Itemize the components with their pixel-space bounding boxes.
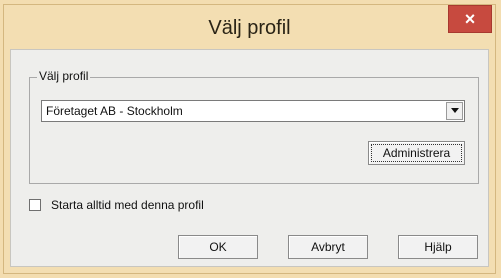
close-icon: ×: [464, 9, 476, 29]
dialog-window: Välj profil × Välj profil Företaget AB -…: [3, 4, 496, 274]
always-start-option[interactable]: Starta alltid med denna profil: [29, 198, 204, 212]
profile-group-label: Välj profil: [37, 69, 91, 83]
profile-dropdown[interactable]: Företaget AB - Stockholm: [41, 100, 465, 122]
profile-group: Välj profil Företaget AB - Stockholm Adm…: [29, 69, 479, 184]
window-title: Välj profil: [208, 16, 291, 39]
always-start-checkbox[interactable]: [29, 199, 41, 211]
profile-dropdown-value: Företaget AB - Stockholm: [46, 104, 183, 118]
ok-button[interactable]: OK: [178, 235, 258, 259]
dropdown-toggle-button[interactable]: [446, 102, 463, 120]
help-button[interactable]: Hjälp: [398, 235, 478, 259]
cancel-button[interactable]: Avbryt: [288, 235, 368, 259]
close-button[interactable]: ×: [448, 5, 492, 33]
title-bar[interactable]: Välj profil ×: [4, 5, 495, 47]
administrate-button[interactable]: Administrera: [368, 141, 465, 165]
always-start-label[interactable]: Starta alltid med denna profil: [51, 198, 204, 212]
dialog-content: Välj profil Företaget AB - Stockholm Adm…: [10, 49, 489, 267]
chevron-down-icon: [451, 108, 459, 113]
